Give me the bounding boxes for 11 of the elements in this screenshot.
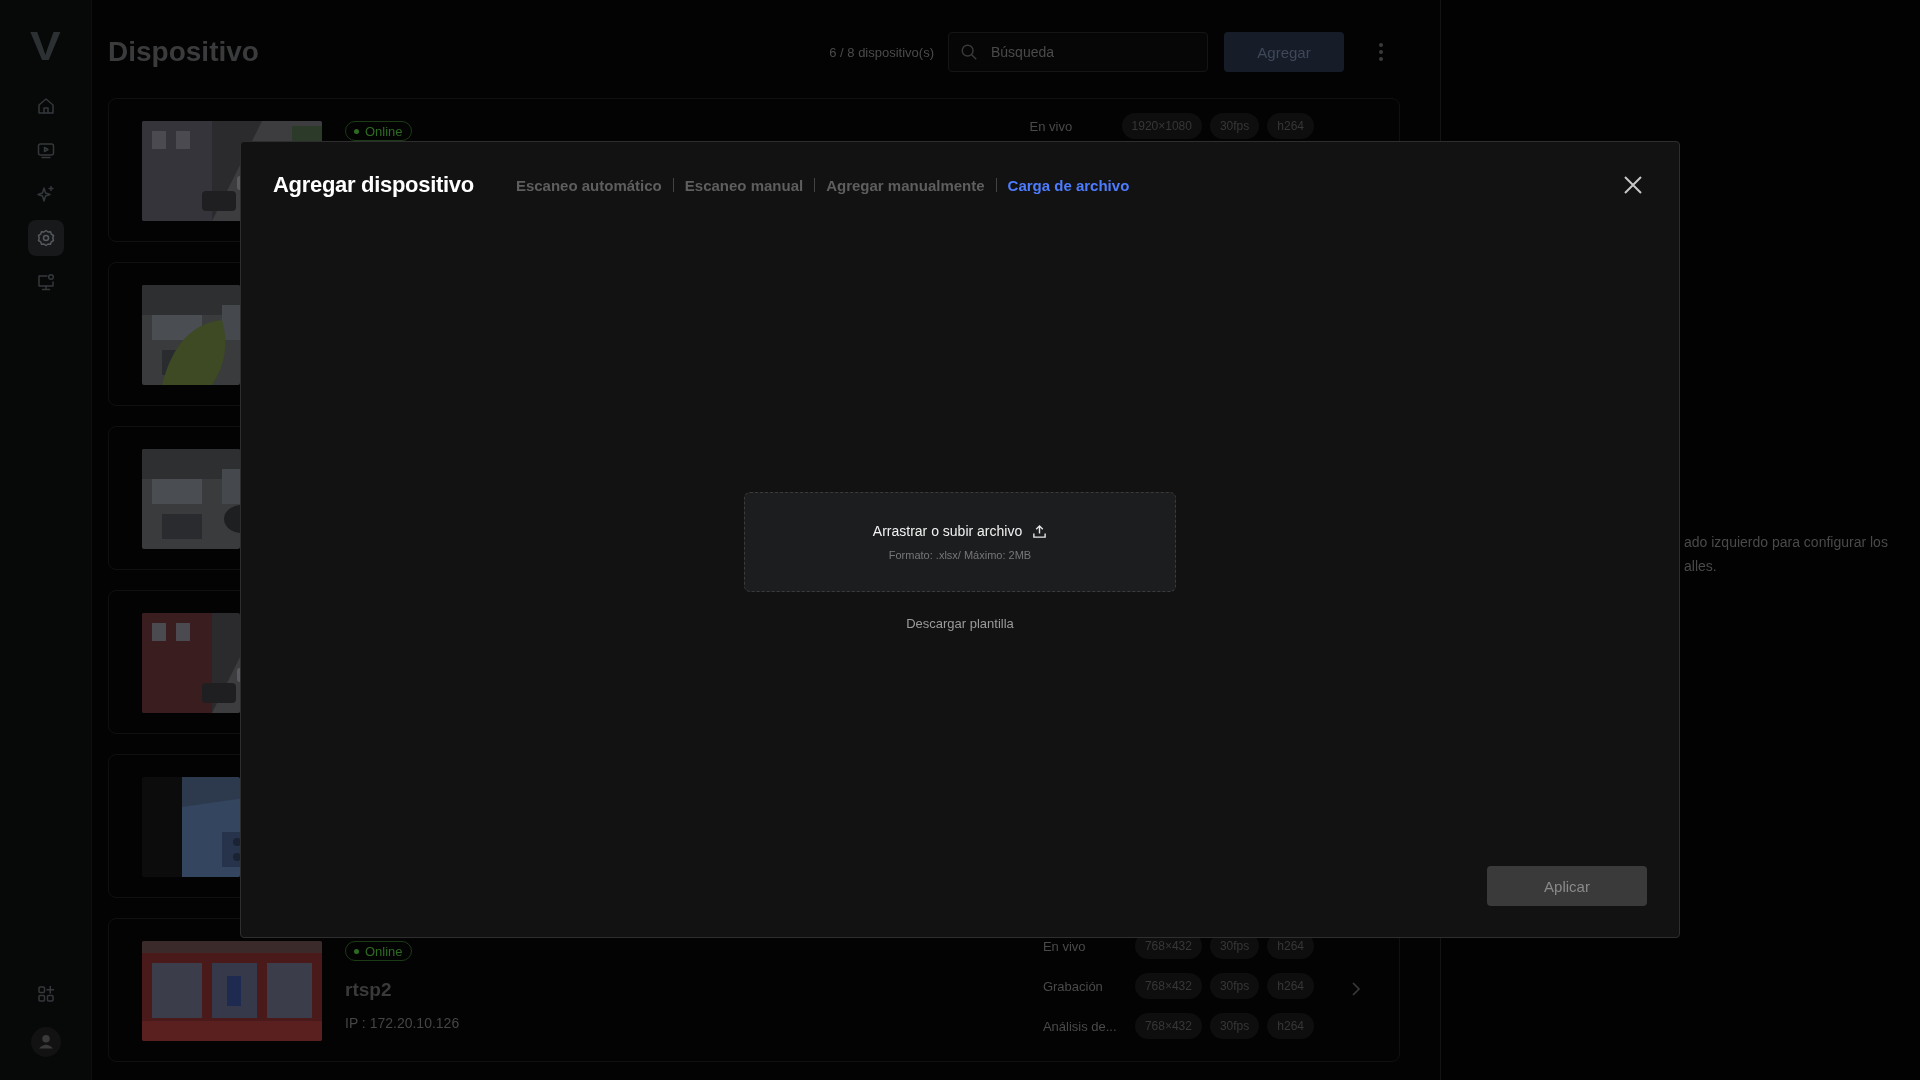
stream-label: Análisis de...: [1042, 1018, 1118, 1034]
device-ip: IP : 172.20.10.126: [345, 1015, 460, 1031]
format-hint: Formato: .xlsx/ Máximo: 2MB: [888, 549, 1032, 561]
page-title: Dispositivo: [108, 36, 259, 68]
device-count: 6 / 8 dispositivo(s): [829, 44, 934, 60]
stream-label: En vivo: [1029, 118, 1074, 134]
dialog-title: Agregar dispositivo: [273, 172, 474, 198]
upload-label: Arrastrar o subir archivo: [872, 523, 1023, 539]
stream-label: En vivo: [1042, 938, 1087, 954]
stream-label: Grabación: [1042, 978, 1104, 994]
detail-hint: ado izquierdo para configurar los alles.: [1684, 533, 1889, 576]
